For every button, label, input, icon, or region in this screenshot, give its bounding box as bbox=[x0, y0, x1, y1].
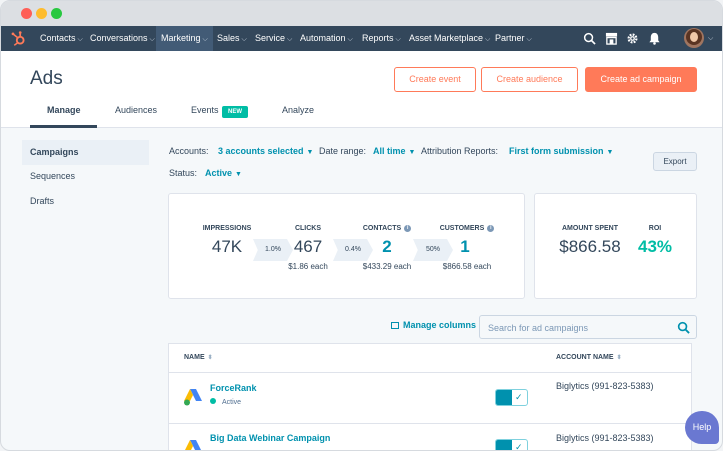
search-box bbox=[479, 315, 697, 339]
divider bbox=[169, 372, 691, 373]
google-ads-icon bbox=[185, 440, 201, 450]
divider bbox=[169, 423, 691, 424]
roi-label: ROI bbox=[648, 225, 662, 232]
marketplace-icon[interactable] bbox=[605, 32, 618, 45]
notifications-icon[interactable] bbox=[648, 32, 661, 45]
close-window-button[interactable] bbox=[21, 8, 32, 19]
account-menu-chevron-icon[interactable]: ⌵ bbox=[708, 26, 713, 51]
page-title: Ads bbox=[30, 68, 63, 89]
amount-spent-value: $866.58 bbox=[559, 237, 621, 256]
nav-service[interactable]: Service ⌵ bbox=[255, 26, 292, 51]
nav-asset-marketplace[interactable]: Asset Marketplace ⌵ bbox=[409, 26, 490, 51]
checkmark-icon: ✓ bbox=[515, 392, 523, 402]
campaign-toggle[interactable]: ✓ bbox=[495, 389, 528, 406]
info-icon: i bbox=[404, 225, 412, 232]
app-window: Contacts ⌵ Conversations ⌵ Marketing ⌵ Sale… bbox=[0, 0, 723, 451]
attribution-reports-label: Attribution Reports: bbox=[421, 146, 499, 156]
tab-manage[interactable]: Manage bbox=[47, 105, 81, 115]
nav-contacts[interactable]: Contacts ⌵ bbox=[40, 26, 83, 51]
accounts-label: Accounts: bbox=[169, 146, 209, 156]
contacts-cost: $433.29 each bbox=[362, 262, 412, 271]
status-dot-icon bbox=[210, 398, 216, 404]
minimize-window-button[interactable] bbox=[36, 8, 47, 19]
status-filter-dropdown[interactable]: Active ▼ bbox=[205, 168, 242, 178]
impressions-label: IMPRESSIONS bbox=[202, 225, 252, 232]
google-ads-icon bbox=[184, 389, 202, 406]
clicks-label: CLICKS bbox=[294, 225, 322, 232]
campaigns-table: NAME ⬍ ACCOUNT NAME ⬍ ForceRank Active ✓ B… bbox=[168, 343, 692, 451]
tab-events[interactable]: Events bbox=[191, 105, 219, 115]
date-range-dropdown[interactable]: All time ▼ bbox=[373, 146, 415, 156]
tab-audiences[interactable]: Audiences bbox=[115, 105, 157, 115]
sort-icon: ⬍ bbox=[616, 355, 622, 361]
account-name: Biglytics (991-823-5383) bbox=[556, 433, 654, 443]
clicks-value: 467 bbox=[293, 237, 323, 256]
contacts-value[interactable]: 2 bbox=[362, 237, 412, 257]
name-column-header[interactable]: NAME ⬍ bbox=[184, 354, 213, 361]
funnel-stats-card: IMPRESSIONS 47K 1.0% CLICKS 467 $1.86 ea… bbox=[168, 193, 525, 299]
campaign-name-link[interactable]: Big Data Webinar Campaign bbox=[210, 433, 330, 443]
create-ad-campaign-button[interactable]: Create ad campaign bbox=[585, 67, 697, 92]
create-event-button[interactable]: Create event bbox=[394, 67, 476, 92]
campaign-status: Active bbox=[210, 398, 241, 406]
account-name-column-header[interactable]: ACCOUNT NAME ⬍ bbox=[556, 354, 622, 361]
account-name: Biglytics (991-823-5383) bbox=[556, 381, 654, 391]
sidebar-item-drafts[interactable]: Drafts bbox=[22, 189, 149, 214]
search-icon[interactable] bbox=[677, 321, 690, 334]
status-label: Status: bbox=[169, 168, 198, 178]
nav-conversations[interactable]: Conversations ⌵ bbox=[90, 26, 155, 51]
sidebar-item-campaigns[interactable]: Campaigns bbox=[22, 140, 149, 165]
new-badge: NEW bbox=[222, 106, 248, 118]
customers-cost: $866.58 each bbox=[442, 262, 492, 271]
impressions-value: 47K bbox=[211, 237, 243, 256]
customers-label: CUSTOMERS i bbox=[435, 225, 499, 232]
customers-value[interactable]: 1 bbox=[440, 237, 490, 257]
sidebar-item-sequences[interactable]: Sequences bbox=[22, 164, 149, 189]
nav-marketing[interactable]: Marketing ⌵ bbox=[156, 26, 213, 51]
manage-columns-link[interactable]: Manage columns bbox=[391, 320, 476, 330]
campaign-name-link[interactable]: ForceRank bbox=[210, 383, 257, 393]
attribution-reports-dropdown[interactable]: First form submission ▼ bbox=[509, 146, 613, 156]
hubspot-logo-icon[interactable] bbox=[10, 30, 27, 47]
active-tab-indicator bbox=[30, 125, 97, 128]
columns-icon bbox=[391, 322, 399, 329]
clicks-cost: $1.86 each bbox=[288, 262, 328, 271]
nav-sales[interactable]: Sales ⌵ bbox=[217, 26, 247, 51]
page-header: Ads Create event Create audience Create … bbox=[1, 51, 722, 128]
settings-icon[interactable] bbox=[626, 32, 639, 45]
user-avatar[interactable] bbox=[684, 28, 704, 48]
search-input[interactable] bbox=[488, 320, 668, 335]
campaign-toggle[interactable]: ✓ bbox=[495, 439, 528, 451]
window-titlebar bbox=[1, 1, 722, 26]
help-button[interactable]: Help bbox=[685, 411, 719, 444]
spend-roi-card: AMOUNT SPENT $866.58 ROI 43% bbox=[534, 193, 697, 299]
export-button[interactable]: Export bbox=[653, 152, 697, 171]
create-audience-button[interactable]: Create audience bbox=[481, 67, 578, 92]
accounts-filter-dropdown[interactable]: 3 accounts selected ▼ bbox=[218, 146, 313, 156]
roi-value: 43% bbox=[637, 237, 673, 256]
contacts-label: CONTACTS i bbox=[357, 225, 417, 232]
maximize-window-button[interactable] bbox=[51, 8, 62, 19]
date-range-label: Date range: bbox=[319, 146, 367, 156]
amount-spent-label: AMOUNT SPENT bbox=[562, 225, 618, 232]
nav-automation[interactable]: Automation ⌵ bbox=[300, 26, 353, 51]
nav-partner[interactable]: Partner ⌵ bbox=[495, 26, 532, 51]
search-icon[interactable] bbox=[583, 32, 596, 45]
sort-icon: ⬍ bbox=[207, 355, 213, 361]
tab-analyze[interactable]: Analyze bbox=[282, 105, 314, 115]
top-navigation: Contacts ⌵ Conversations ⌵ Marketing ⌵ Sale… bbox=[1, 26, 722, 51]
info-icon: i bbox=[487, 225, 495, 232]
nav-reports[interactable]: Reports ⌵ bbox=[362, 26, 401, 51]
checkmark-icon: ✓ bbox=[515, 442, 523, 451]
